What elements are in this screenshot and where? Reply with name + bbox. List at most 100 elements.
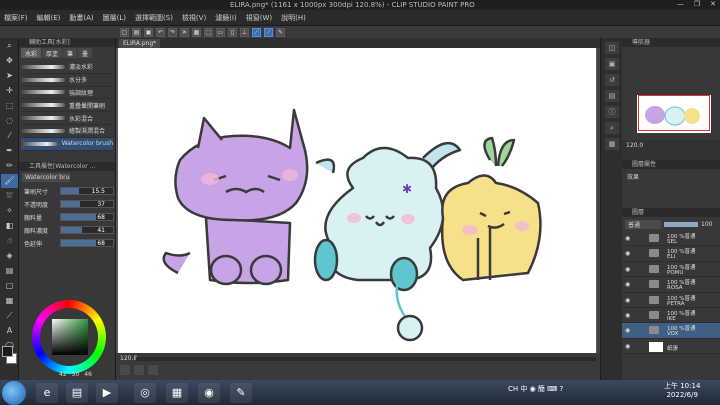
new-file-icon[interactable]: ▢	[120, 27, 129, 37]
clip-studio-icon[interactable]: ◎	[134, 383, 156, 403]
opacity-slider[interactable]	[664, 221, 698, 227]
menu-layer[interactable]: 圖層(L)	[103, 13, 126, 23]
eye-icon[interactable]: ◉	[625, 281, 630, 288]
fill-tool-icon[interactable]: ◈	[1, 249, 18, 263]
layer-row[interactable]: ◉ 100 %普通 POMU	[622, 262, 720, 278]
item-bank-tab-icon[interactable]: ▦	[605, 138, 619, 150]
tool-property-slider[interactable]: 41	[60, 226, 114, 234]
opacity-value[interactable]: 100	[701, 221, 712, 228]
brush-item[interactable]: 繪製濕潤混合	[21, 125, 113, 138]
layer-row[interactable]: ◉ 100 %普通 ELI	[622, 246, 720, 262]
airbrush-tool-icon[interactable]: ⛆	[1, 189, 18, 203]
snap-special-ruler-icon[interactable]: ⟋	[252, 27, 261, 37]
media-player-icon[interactable]: ▶	[96, 383, 118, 403]
eye-icon[interactable]: ◉	[625, 312, 630, 319]
navigator-thumbnail[interactable]	[637, 95, 711, 133]
eye-icon[interactable]: ◉	[625, 266, 630, 273]
canvas[interactable]: ✱	[118, 48, 596, 353]
brush-item[interactable]: 濃淡水彩	[21, 61, 113, 74]
menu-filter[interactable]: 濾鏡(I)	[215, 13, 237, 23]
subtool-tab-watercolor[interactable]: 水彩	[21, 48, 42, 58]
menu-view[interactable]: 檢視(V)	[182, 13, 206, 23]
menu-edit[interactable]: 編輯(E)	[37, 13, 61, 23]
subtool-tab-ink[interactable]: 墨	[78, 48, 93, 58]
navigator-view-frame[interactable]	[638, 95, 710, 131]
gradient-tool-icon[interactable]: ▤	[1, 264, 18, 278]
eye-icon[interactable]: ◉	[625, 250, 630, 257]
redo-icon[interactable]: ↷	[168, 27, 177, 37]
info-tab-icon[interactable]: ⓘ	[605, 106, 619, 118]
eyedropper-tool-icon[interactable]: ⁄	[1, 129, 18, 143]
layer-row[interactable]: ◉ 紙張	[622, 339, 720, 355]
text-tool-icon[interactable]: A	[1, 324, 18, 338]
brush-tool-icon[interactable]: 🖌	[1, 174, 18, 188]
clear-icon[interactable]: ✕	[180, 27, 189, 37]
maximize-button[interactable]: ❐	[694, 0, 700, 8]
eye-icon[interactable]: ◉	[625, 343, 630, 350]
move-tool-icon[interactable]: ✥	[1, 54, 18, 68]
tool-property-slider[interactable]: 15.5	[60, 187, 114, 195]
layer-row[interactable]: ◉ 100 %普通 PETRA	[622, 293, 720, 308]
decoration-tool-icon[interactable]: ✧	[1, 204, 18, 218]
ie-icon[interactable]: e	[36, 383, 58, 403]
start-button[interactable]	[2, 381, 26, 405]
open-file-icon[interactable]: ▤	[132, 27, 141, 37]
canvas-horizontal-scrollbar[interactable]	[136, 357, 596, 361]
pen-tool-icon[interactable]: ✒	[1, 144, 18, 158]
deselect-icon[interactable]: ▯	[228, 27, 237, 37]
canvas-zoom-value[interactable]: 120.8	[120, 355, 137, 362]
lasso-tool-icon[interactable]: ◌	[1, 114, 18, 128]
pen-pressure-icon[interactable]: ✎	[276, 27, 285, 37]
undo-icon[interactable]: ↶	[156, 27, 165, 37]
operation-tool-icon[interactable]: ➤	[1, 69, 18, 83]
eye-icon[interactable]: ◉	[625, 297, 630, 304]
color-chips[interactable]	[2, 346, 17, 366]
layer-row[interactable]: ◉ 100 %普通 ROSA	[622, 277, 720, 293]
pencil-tool-icon[interactable]: ✏	[1, 159, 18, 173]
subtool-tab-pen[interactable]: 筆	[63, 48, 78, 58]
eye-icon[interactable]: ◉	[625, 235, 630, 242]
saturation-value-square[interactable]	[52, 319, 88, 355]
navigator-tab-icon[interactable]: ◫	[605, 42, 619, 54]
subtool-tab-thick-paint[interactable]: 厚塗	[42, 48, 63, 58]
ruler-tool-icon[interactable]: ⟋	[1, 309, 18, 323]
brush-item[interactable]: Watercolor brush	[21, 137, 113, 151]
flip-view-icon[interactable]	[148, 365, 158, 375]
fill-icon[interactable]: ▦	[192, 27, 201, 37]
brush-item[interactable]: 水分多	[21, 74, 113, 87]
tool-property-slider[interactable]: 68	[60, 213, 114, 221]
tool-property-slider[interactable]: 68	[60, 239, 114, 247]
layer-search-tab-icon[interactable]: ⌕	[605, 122, 619, 134]
rotate-view-icon[interactable]	[134, 365, 144, 375]
menu-window[interactable]: 視窗(W)	[246, 13, 272, 23]
close-button[interactable]: ✕	[710, 0, 716, 8]
blend-tool-icon[interactable]: ☝	[1, 234, 18, 248]
system-tray[interactable]: CH 中 ◉ 簡 ⌨ ?	[508, 384, 563, 394]
sub-view-tab-icon[interactable]: ▣	[605, 58, 619, 70]
clip-studio-paint-icon[interactable]: ✎	[230, 383, 252, 403]
menu-selection[interactable]: 選擇範圍(S)	[135, 13, 173, 23]
taskbar-clock[interactable]: 上午 10:14 2022/6/9	[664, 382, 700, 400]
fit-view-icon[interactable]	[120, 365, 130, 375]
eye-icon[interactable]: ◉	[625, 327, 630, 334]
select-all-icon[interactable]: ▭	[216, 27, 225, 37]
transform-icon[interactable]: ⬚	[204, 27, 213, 37]
layer-row[interactable]: ◉ 100 %普通 VOX	[622, 323, 720, 339]
minimize-button[interactable]: —	[677, 0, 684, 8]
menu-animation[interactable]: 動畫(A)	[69, 13, 93, 23]
chrome-icon[interactable]: ◉	[198, 383, 220, 403]
snap-grid-icon[interactable]: ⟋	[264, 27, 273, 37]
document-tab[interactable]: ELIRA.png*	[119, 39, 161, 48]
save-icon[interactable]: ▣	[144, 27, 153, 37]
calendar-icon[interactable]: ▦	[166, 383, 188, 403]
snap-ruler-icon[interactable]: ⊥	[240, 27, 249, 37]
menu-file[interactable]: 檔案(F)	[4, 13, 28, 23]
explorer-icon[interactable]: ▤	[66, 383, 88, 403]
blend-mode-select[interactable]: 普通	[625, 219, 661, 229]
zoom-tool-icon[interactable]: ⌕	[1, 39, 18, 53]
main-color-chip[interactable]	[2, 346, 13, 357]
brush-item[interactable]: 強調紋理	[21, 87, 113, 100]
brush-item[interactable]: 重疊暈開筆刷	[21, 99, 113, 113]
selection-tool-icon[interactable]: ⬚	[1, 99, 18, 113]
figure-tool-icon[interactable]: ▢	[1, 279, 18, 293]
